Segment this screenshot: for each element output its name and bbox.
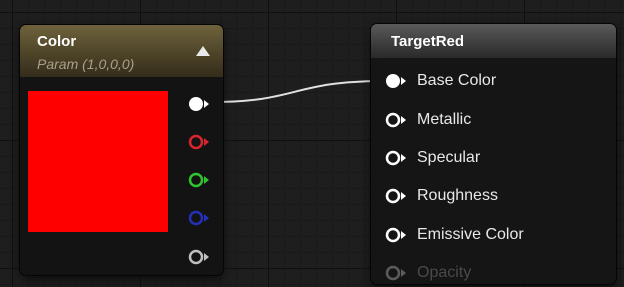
pin-icon[interactable] (385, 149, 407, 172)
graph-canvas[interactable]: Color Param (1,0,0,0) TargetRed Base Col… (0, 0, 624, 284)
pin-icon[interactable] (385, 187, 407, 210)
output-pin-g[interactable] (188, 171, 210, 189)
pin-icon[interactable] (385, 264, 407, 287)
triangle-up-icon[interactable] (196, 46, 210, 56)
input-pin-metallic[interactable]: Metallic (385, 108, 605, 132)
param-node-subtitle: Param (1,0,0,0) (37, 56, 135, 72)
param-node-title: Color (37, 33, 77, 50)
input-label: Roughness (417, 187, 498, 204)
material-node-title: TargetRed (391, 33, 465, 50)
output-pin-rgba[interactable] (188, 95, 210, 113)
material-result-node[interactable]: TargetRed Base Color Metallic Specular R… (371, 24, 616, 284)
input-label: Opacity (417, 264, 472, 281)
input-pin-roughness[interactable]: Roughness (385, 184, 605, 208)
output-pin-r[interactable] (188, 133, 210, 151)
input-pin-base-color[interactable]: Base Color (385, 69, 605, 93)
input-label: Specular (417, 149, 481, 166)
pin-connected-icon[interactable] (385, 72, 407, 95)
color-preview-swatch (28, 91, 168, 232)
pin-icon[interactable] (385, 111, 407, 134)
material-node-header[interactable]: TargetRed (371, 24, 616, 58)
input-pin-specular[interactable]: Specular (385, 146, 605, 170)
output-pin-b[interactable] (188, 209, 210, 227)
pin-icon[interactable] (385, 226, 407, 249)
input-pin-opacity[interactable]: Opacity (385, 261, 605, 285)
input-label: Base Color (417, 72, 497, 89)
output-pin-a[interactable] (188, 248, 210, 266)
input-label: Metallic (417, 111, 472, 128)
input-label: Emissive Color (417, 226, 524, 243)
color-param-node[interactable]: Color Param (1,0,0,0) (20, 25, 223, 275)
param-node-header[interactable]: Color Param (1,0,0,0) (20, 25, 223, 77)
input-pin-emissive-color[interactable]: Emissive Color (385, 223, 605, 247)
